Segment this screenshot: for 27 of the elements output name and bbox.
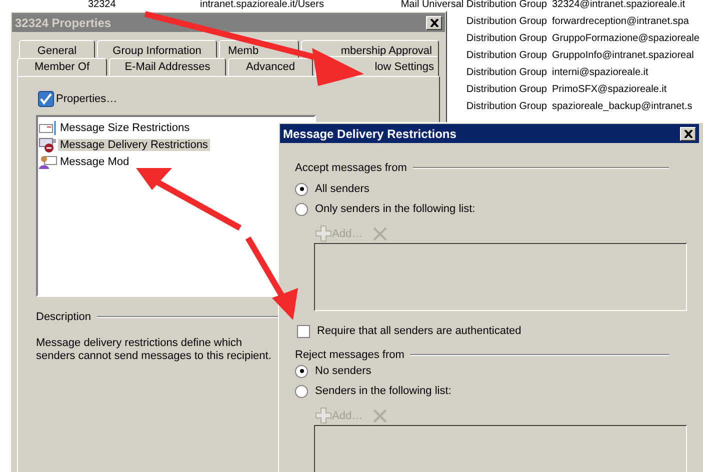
radio-label: No senders — [315, 365, 372, 377]
radio-label: Senders in the following list: — [315, 385, 452, 397]
list-cell: Mail Universal Distribution Group — [400, 0, 547, 10]
list-cell: 32324@intranet.spazioreale.it — [552, 0, 686, 10]
list-cell: PrimoSFX@spazioreale.it — [552, 84, 667, 95]
checkbox-label: Require that all senders are authenticated — [317, 325, 522, 337]
description-text: Message delivery restrictions define which senders cannot send messages to this recipient. — [36, 337, 272, 363]
radio-label: Only senders in the following list: — [315, 203, 476, 215]
list-cell: Distribution Group — [466, 33, 547, 44]
window-title: 32324 Properties — [15, 16, 112, 30]
list-cell: Distribution Group — [466, 16, 547, 27]
list-cell: GruppoInfo@intranet.spazioreal — [552, 50, 694, 61]
list-cell: spazioreale_backup@intranet.s — [552, 101, 692, 112]
list-cell: Distribution Group — [466, 50, 547, 61]
list-cell: Distribution Group — [466, 101, 547, 112]
list-cell: GruppoFormazione@spazioreale — [552, 33, 700, 44]
group-heading: Reject messages from — [295, 349, 404, 361]
list-cell: 32324 — [88, 0, 116, 10]
radio-label: All senders — [315, 183, 370, 195]
list-cell: Distribution Group — [466, 67, 547, 78]
dialog-title: Message Delivery Restrictions — [283, 126, 456, 140]
group-heading: Description — [36, 311, 92, 323]
list-cell: Distribution Group — [466, 84, 547, 95]
group-heading: Accept messages from — [295, 162, 407, 174]
list-cell: intranet.spazioreale.it/Users — [200, 0, 324, 10]
list-cell: forwardreception@intranet.spa — [552, 16, 689, 27]
list-cell: interni@spazioreale.it — [552, 67, 648, 78]
